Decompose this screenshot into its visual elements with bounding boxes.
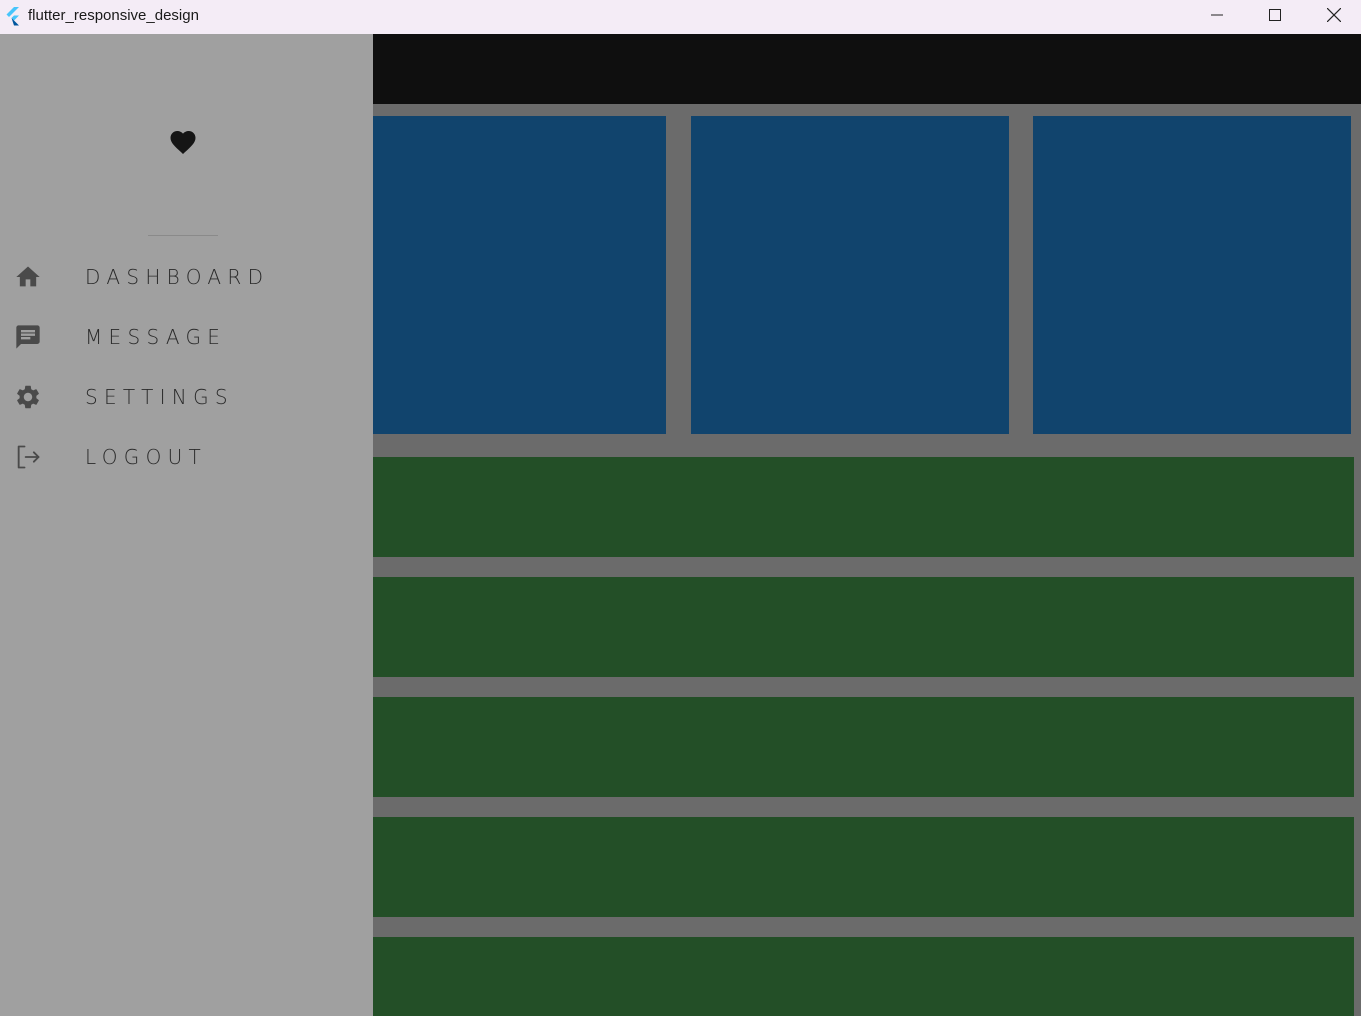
logout-icon: [14, 443, 42, 471]
maximize-icon: [1269, 8, 1281, 26]
summary-card[interactable]: [691, 116, 1009, 434]
summary-card[interactable]: [1033, 116, 1351, 434]
nav-item-dashboard[interactable]: DASHBOARD: [0, 250, 373, 302]
list-row[interactable]: [373, 457, 1354, 557]
app-content: DASHBOARD MESSAGE SETTINGS LOGOUT: [0, 34, 1361, 1016]
maximize-button[interactable]: [1246, 0, 1304, 34]
close-button[interactable]: [1305, 0, 1361, 34]
summary-card[interactable]: [373, 116, 666, 434]
close-icon: [1326, 7, 1342, 27]
message-icon: [14, 323, 42, 351]
nav-item-label: LOGOUT: [85, 445, 208, 469]
nav-item-message[interactable]: MESSAGE: [0, 310, 373, 362]
heart-icon: [168, 127, 198, 155]
list-row[interactable]: [373, 817, 1354, 917]
app-bar: [373, 34, 1361, 104]
nav-item-label: SETTINGS: [85, 385, 234, 409]
nav-item-settings[interactable]: SETTINGS: [0, 370, 373, 422]
list-row[interactable]: [373, 697, 1354, 797]
flutter-logo-icon: [3, 6, 23, 26]
drawer-divider: [148, 235, 218, 236]
minimize-button[interactable]: [1188, 0, 1246, 34]
navigation-drawer: DASHBOARD MESSAGE SETTINGS LOGOUT: [0, 34, 373, 1016]
nav-item-label: DASHBOARD: [85, 265, 270, 289]
gear-icon: [14, 383, 42, 411]
window-title: flutter_responsive_design: [28, 7, 199, 24]
list-row[interactable]: [373, 937, 1354, 1016]
home-icon: [14, 263, 42, 291]
list-row[interactable]: [373, 577, 1354, 677]
nav-item-logout[interactable]: LOGOUT: [0, 430, 373, 482]
nav-item-label: MESSAGE: [85, 325, 227, 349]
window-titlebar: flutter_responsive_design: [0, 0, 1361, 34]
minimize-icon: [1211, 8, 1223, 26]
